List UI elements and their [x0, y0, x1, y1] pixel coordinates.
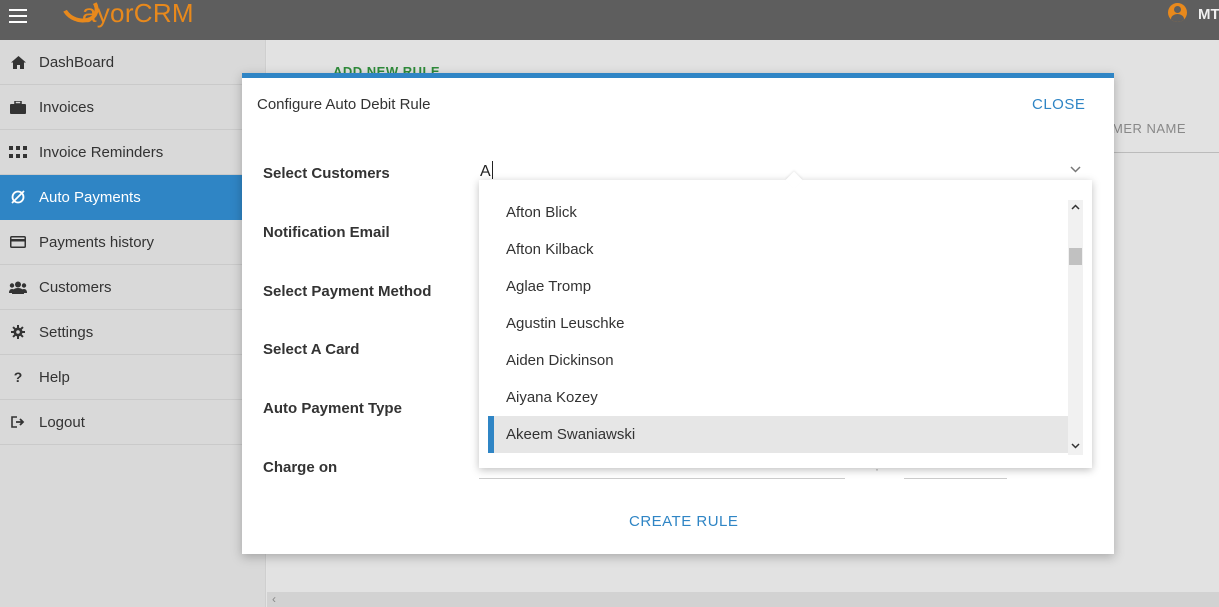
customer-option[interactable]: Aglae Tromp: [488, 268, 1068, 305]
sidebar-item-label: Payments history: [39, 233, 155, 251]
logout-icon: [9, 415, 27, 429]
customer-option-label: Afton Kilback: [506, 241, 594, 258]
briefcase-icon: [9, 100, 27, 114]
users-icon: [9, 280, 27, 294]
select-customers-value: A: [480, 163, 491, 180]
sidebar-item-payments-history[interactable]: Payments history: [0, 220, 265, 265]
sidebar-item-settings[interactable]: Settings: [0, 310, 265, 355]
scrollbar-thumb[interactable]: [1069, 248, 1082, 265]
modal-title: Configure Auto Debit Rule: [257, 96, 431, 113]
sidebar-item-help[interactable]: ? Help: [0, 355, 265, 400]
customer-option[interactable]: Agustin Leuschke: [488, 305, 1068, 342]
user-initials[interactable]: MT: [1198, 6, 1219, 23]
sidebar-item-label: Invoice Reminders: [39, 143, 164, 161]
customer-option-label: Aglae Tromp: [506, 278, 592, 295]
customer-option-list: Afton Blick Afton Kilback Aglae Tromp Ag…: [488, 194, 1068, 453]
home-icon: [9, 55, 27, 69]
sidebar-item-label: Invoices: [39, 98, 95, 116]
customer-option-highlighted[interactable]: Akeem Swaniawski: [488, 416, 1068, 453]
customer-option-label: Akeem Swaniawski: [506, 426, 636, 443]
question-icon: ?: [13, 369, 23, 385]
sidebar-item-label: Logout: [39, 413, 85, 431]
select-customers-label: Select Customers: [263, 165, 390, 182]
sidebar-item-label: Customers: [39, 278, 112, 296]
hamburger-menu-icon[interactable]: [9, 9, 27, 23]
chevron-down-icon[interactable]: [1070, 162, 1081, 176]
sidebar-item-invoices[interactable]: Invoices: [0, 85, 265, 130]
customer-option[interactable]: Afton Blick: [488, 194, 1068, 231]
auto-payment-type-label: Auto Payment Type: [263, 400, 402, 417]
close-button[interactable]: CLOSE: [1032, 96, 1085, 113]
horizontal-scrollbar[interactable]: ‹: [267, 592, 1219, 607]
scroll-left-icon[interactable]: ‹: [272, 592, 276, 606]
scroll-down-icon[interactable]: [1071, 441, 1080, 451]
select-payment-method-label: Select Payment Method: [263, 283, 432, 300]
customer-option[interactable]: Afton Kilback: [488, 231, 1068, 268]
sidebar-item-label: Help: [39, 368, 70, 386]
notification-email-label: Notification Email: [263, 224, 390, 241]
customer-option[interactable]: Aiden Dickinson: [488, 342, 1068, 379]
customer-name-column-header: MER NAME: [1112, 121, 1187, 136]
sidebar-item-label: Settings: [39, 323, 94, 341]
charge-on-label: Charge on: [263, 459, 338, 476]
text-cursor: [491, 161, 493, 179]
gear-icon: [9, 325, 27, 339]
customer-option-label: Aiden Dickinson: [506, 352, 614, 369]
grid-icon: [9, 145, 27, 159]
sidebar: DashBoard Invoices Invoice Reminders Aut…: [0, 40, 266, 607]
sidebar-item-invoice-reminders[interactable]: Invoice Reminders: [0, 130, 265, 175]
refresh-icon: [9, 190, 27, 204]
top-bar: ayorCRM MT: [0, 0, 1219, 40]
create-rule-button[interactable]: CREATE RULE: [629, 513, 738, 530]
sidebar-item-auto-payments[interactable]: Auto Payments: [0, 175, 265, 220]
user-avatar-icon[interactable]: [1168, 3, 1187, 22]
credit-card-icon: [9, 235, 27, 249]
customer-option-label: Aiyana Kozey: [506, 389, 598, 406]
sidebar-item-label: Auto Payments: [39, 188, 141, 206]
scroll-up-icon[interactable]: [1071, 202, 1080, 212]
sidebar-item-dashboard[interactable]: DashBoard: [0, 40, 265, 85]
customer-dropdown: Afton Blick Afton Kilback Aglae Tromp Ag…: [479, 171, 1092, 468]
customer-option-label: Afton Blick: [506, 204, 577, 221]
charge-on-date-underline[interactable]: [479, 478, 845, 479]
customer-option[interactable]: Aiyana Kozey: [488, 379, 1068, 416]
dropdown-scrollbar[interactable]: [1068, 200, 1083, 455]
logo-text: ayorCRM: [82, 0, 194, 28]
sidebar-item-customers[interactable]: Customers: [0, 265, 265, 310]
sidebar-item-logout[interactable]: Logout: [0, 400, 265, 445]
select-card-label: Select A Card: [263, 341, 360, 358]
customer-option-label: Agustin Leuschke: [506, 315, 625, 332]
charge-on-secondary-underline[interactable]: [904, 478, 1007, 479]
sidebar-item-label: DashBoard: [39, 53, 115, 71]
